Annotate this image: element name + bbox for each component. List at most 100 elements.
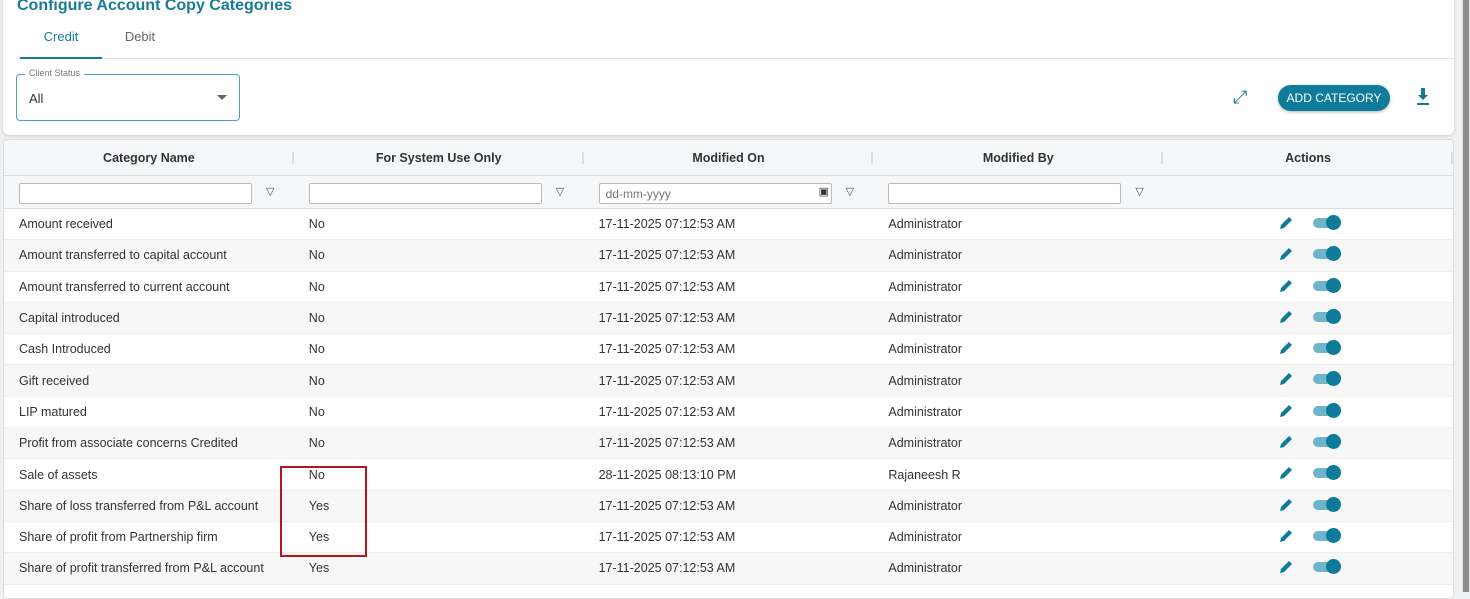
- edit-icon[interactable]: [1278, 278, 1294, 294]
- filter-modified-on[interactable]: [598, 183, 832, 204]
- category-name-cell: Share of loss transferred from P&L accou…: [19, 498, 259, 513]
- edit-icon[interactable]: [1278, 246, 1294, 262]
- system-use-cell: No: [308, 217, 325, 232]
- active-toggle[interactable]: [1313, 246, 1342, 262]
- filter-modified-by[interactable]: [888, 183, 1122, 204]
- edit-icon[interactable]: [1278, 528, 1294, 544]
- edit-icon[interactable]: [1278, 309, 1294, 325]
- tab-credit[interactable]: Credit: [20, 28, 102, 59]
- modified-on-cell: 17-11-2025 07:12:53 AM: [598, 404, 736, 419]
- filter-icon[interactable]: ▽: [846, 185, 854, 198]
- actions-cell: [1163, 365, 1453, 395]
- category-name-cell: Profit from associate concerns Credited: [19, 436, 238, 451]
- table-row: Amount received No 17-11-2025 07:12:53 AM A…: [4, 209, 1453, 241]
- modified-on-cell: 17-11-2025 07:12:53 AM: [598, 248, 736, 263]
- modified-on-cell: 17-11-2025 07:12:53 AM: [598, 373, 736, 388]
- category-name-cell: Amount transferred to current account: [19, 279, 230, 294]
- scrollbar[interactable]: [1462, 0, 1470, 592]
- table-body: Amount received No 17-11-2025 07:12:53 AM A…: [4, 209, 1453, 585]
- modified-on-cell: 17-11-2025 07:12:53 AM: [598, 279, 736, 294]
- filter-row: ▽ ▽ ▣ ▽ ▽: [4, 176, 1453, 209]
- page-title: Configure Account Copy Categories: [17, 0, 292, 14]
- tab-debit[interactable]: Debit: [99, 28, 181, 59]
- system-use-cell: No: [308, 311, 325, 326]
- category-name-cell: Amount received: [19, 217, 113, 232]
- filter-category-name[interactable]: [19, 183, 252, 204]
- edit-icon[interactable]: [1278, 215, 1294, 231]
- category-name-cell: Gift received: [19, 373, 90, 388]
- active-toggle[interactable]: [1313, 434, 1342, 450]
- category-name-cell: Sale of assets: [19, 467, 98, 482]
- system-use-cell: No: [308, 373, 325, 388]
- calendar-icon[interactable]: ▣: [819, 185, 829, 198]
- actions-cell: [1163, 272, 1453, 302]
- modified-on-cell: 17-11-2025 07:12:53 AM: [598, 530, 736, 545]
- col-category-name[interactable]: Category Name: [4, 140, 294, 175]
- active-toggle[interactable]: [1313, 559, 1342, 575]
- expand-icon[interactable]: ⤢: [1233, 87, 1247, 108]
- table-row: Share of profit from Partnership firm Yes…: [4, 522, 1453, 554]
- add-category-button[interactable]: ADD CATEGORY: [1278, 85, 1390, 111]
- active-toggle[interactable]: [1313, 402, 1342, 418]
- filter-icon[interactable]: ▽: [1135, 185, 1143, 198]
- modified-by-cell: Administrator: [888, 248, 963, 263]
- system-use-cell: No: [308, 342, 325, 357]
- active-toggle[interactable]: [1313, 371, 1342, 387]
- client-status-label: Client Status: [25, 68, 85, 78]
- categories-table: Category Name For System Use Only Modifi…: [3, 139, 1454, 599]
- filter-icon[interactable]: ▽: [556, 185, 564, 198]
- actions-cell: [1163, 303, 1453, 333]
- active-toggle[interactable]: [1313, 496, 1342, 512]
- category-name-cell: LIP matured: [19, 404, 87, 419]
- edit-icon[interactable]: [1278, 371, 1294, 387]
- col-system-use[interactable]: For System Use Only: [294, 140, 584, 175]
- active-toggle[interactable]: [1313, 465, 1342, 481]
- active-toggle[interactable]: [1313, 340, 1342, 356]
- modified-by-cell: Administrator: [888, 436, 963, 451]
- edit-icon[interactable]: [1278, 434, 1294, 450]
- modified-by-cell: Administrator: [888, 342, 963, 357]
- actions-cell: [1163, 428, 1453, 458]
- edit-icon[interactable]: [1278, 403, 1294, 419]
- tab-bar: Credit Debit: [17, 28, 1454, 59]
- system-use-cell: No: [308, 279, 325, 294]
- table-header: Category Name For System Use Only Modifi…: [4, 140, 1453, 176]
- category-name-cell: Share of profit transferred from P&L acc…: [19, 561, 264, 576]
- active-toggle[interactable]: [1313, 215, 1342, 230]
- active-toggle[interactable]: [1313, 527, 1342, 543]
- modified-by-cell: Administrator: [888, 404, 963, 419]
- edit-icon[interactable]: [1278, 497, 1294, 513]
- edit-icon[interactable]: [1278, 559, 1294, 575]
- client-status-value: All: [29, 91, 44, 106]
- filter-icon[interactable]: ▽: [266, 185, 274, 198]
- active-toggle[interactable]: [1313, 277, 1342, 293]
- actions-cell: [1163, 209, 1453, 239]
- category-name-cell: Share of profit from Partnership firm: [19, 530, 218, 545]
- col-modified-on[interactable]: Modified On: [584, 140, 874, 175]
- table-row: Share of loss transferred from P&L accou…: [4, 490, 1453, 522]
- actions-cell: [1163, 240, 1453, 270]
- actions-cell: [1163, 459, 1453, 489]
- table-row: Cash Introduced No 17-11-2025 07:12:53 AM A…: [4, 334, 1453, 366]
- system-use-cell: Yes: [308, 561, 330, 576]
- modified-by-cell: Administrator: [888, 561, 963, 576]
- active-toggle[interactable]: [1313, 308, 1342, 324]
- system-use-cell: No: [308, 436, 325, 451]
- modified-by-cell: Administrator: [888, 217, 963, 232]
- table-row: Amount transferred to current account No 1…: [4, 272, 1453, 303]
- edit-icon[interactable]: [1278, 465, 1294, 481]
- actions-cell: [1163, 522, 1453, 552]
- actions-cell: [1163, 553, 1453, 583]
- modified-on-cell: 28-11-2025 08:13:10 PM: [598, 467, 736, 482]
- edit-icon[interactable]: [1278, 340, 1294, 356]
- highlight-box: [280, 466, 367, 557]
- chevron-down-icon: [217, 95, 227, 100]
- col-actions: Actions: [1163, 140, 1453, 175]
- download-icon[interactable]: [1415, 86, 1431, 106]
- actions-cell: [1163, 491, 1453, 521]
- client-status-select[interactable]: Client Status All: [16, 68, 240, 121]
- col-modified-by[interactable]: Modified By: [873, 140, 1163, 175]
- table-row: Profit from associate concerns Credited N…: [4, 428, 1453, 460]
- modified-on-cell: 17-11-2025 07:12:53 AM: [598, 498, 736, 513]
- filter-system-use[interactable]: [308, 183, 542, 204]
